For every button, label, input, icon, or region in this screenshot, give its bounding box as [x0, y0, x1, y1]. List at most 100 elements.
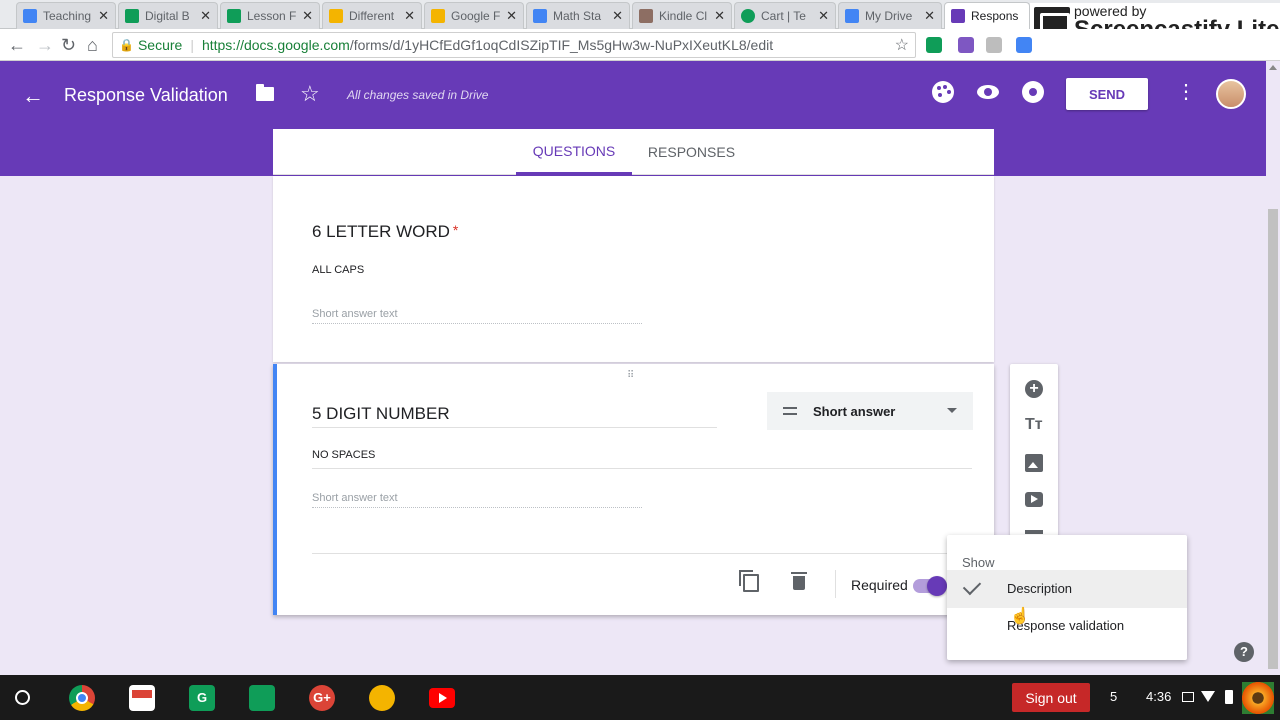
duplicate-icon[interactable]: [739, 570, 759, 592]
extension-puzzle-icon[interactable]: [958, 37, 974, 53]
close-tab-icon[interactable]: ✕: [200, 8, 211, 24]
screen-share-icon[interactable]: [1182, 692, 1194, 702]
sheets-app-icon[interactable]: G: [189, 685, 215, 711]
question-type-label: Short answer: [813, 403, 896, 419]
browser-tab[interactable]: My Drive ✕: [838, 2, 942, 29]
required-asterisk: *: [452, 222, 459, 238]
close-tab-icon[interactable]: ✕: [818, 8, 829, 24]
browser-tab-title: Math Sta: [553, 9, 602, 23]
add-video-icon[interactable]: [1025, 492, 1043, 507]
scrollbar-thumb[interactable]: [1268, 209, 1278, 669]
browser-tab-title: Respons: [971, 9, 1019, 23]
page-scrollbar[interactable]: [1266, 61, 1280, 675]
back-arrow-icon[interactable]: ←: [22, 83, 44, 109]
launcher-icon[interactable]: [15, 690, 30, 705]
palette-icon[interactable]: [932, 81, 954, 103]
question-type-dropdown[interactable]: Short answer: [767, 392, 973, 430]
show-options-menu: Show Description Response validation: [947, 535, 1187, 660]
more-vert-icon[interactable]: ⋮: [1176, 81, 1196, 103]
sheets-favicon-icon: [227, 9, 241, 23]
battery-icon[interactable]: [1225, 690, 1233, 704]
folder-icon[interactable]: [256, 84, 274, 101]
menu-item-description[interactable]: Description: [947, 570, 1187, 608]
close-tab-icon[interactable]: ✕: [302, 8, 313, 24]
wifi-icon[interactable]: [1201, 691, 1215, 702]
home-icon[interactable]: ⌂: [87, 35, 98, 55]
preview-eye-icon[interactable]: [977, 85, 999, 99]
question-title-text: 5 DIGIT NUMBER: [312, 404, 450, 423]
gmail-app-icon[interactable]: [129, 685, 155, 711]
add-question-icon[interactable]: +: [1025, 380, 1043, 398]
chrome-app-icon[interactable]: [69, 685, 95, 711]
browser-tab[interactable]: Lesson F ✕: [220, 2, 320, 29]
close-tab-icon[interactable]: ✕: [924, 8, 935, 24]
browser-tab-title: My Drive: [865, 9, 913, 23]
send-button[interactable]: SEND: [1066, 78, 1148, 110]
add-section-icon[interactable]: [1025, 530, 1043, 534]
browser-tab-title: Kindle Cl: [659, 9, 708, 23]
settings-gear-icon[interactable]: [1022, 81, 1044, 103]
browser-tab-title: Cart | Te: [761, 9, 806, 23]
forms-favicon-icon: [951, 9, 965, 23]
question-description-field[interactable]: NO SPACES: [312, 447, 972, 469]
scroll-up-icon[interactable]: [1269, 65, 1277, 70]
forward-arrow-icon[interactable]: →: [36, 35, 54, 55]
tab-questions[interactable]: QUESTIONS: [516, 129, 632, 175]
menu-item-response-validation[interactable]: Response validation: [947, 607, 1187, 645]
footer-separator: [835, 570, 836, 598]
question-description[interactable]: ALL CAPS: [312, 264, 364, 276]
save-status: All changes saved in Drive: [347, 88, 489, 102]
short-answer-placeholder: Short answer text: [312, 308, 642, 324]
reload-icon[interactable]: ↻: [61, 35, 76, 55]
drive-favicon-icon: [125, 9, 139, 23]
extension-icon[interactable]: [986, 37, 1002, 53]
add-image-icon[interactable]: [1025, 454, 1043, 472]
slides-favicon-icon: [431, 9, 445, 23]
drag-handle-icon[interactable]: ⠿: [627, 370, 635, 381]
extension-classroom-icon[interactable]: [926, 37, 942, 53]
youtube-app-icon[interactable]: [429, 688, 455, 708]
tab-responses[interactable]: RESPONSES: [643, 129, 740, 175]
docs-favicon-icon: [533, 9, 547, 23]
user-avatar[interactable]: [1242, 682, 1274, 714]
browser-tab[interactable]: Digital B ✕: [118, 2, 218, 29]
os-shelf: G G+ Sign out 5 4:36: [0, 675, 1280, 720]
browser-tab[interactable]: Cart | Te ✕: [734, 2, 836, 29]
keep-app-icon[interactable]: [369, 685, 395, 711]
question-card[interactable]: 6 LETTER WORD * ALL CAPS Short answer tex…: [273, 176, 994, 362]
close-tab-icon[interactable]: ✕: [404, 8, 415, 24]
clock[interactable]: 4:36: [1146, 689, 1171, 704]
question-card-active[interactable]: ⠿ 5 DIGIT NUMBER Short answer NO SPACES …: [273, 364, 994, 615]
help-button[interactable]: ?: [1234, 642, 1254, 662]
notification-count[interactable]: 5: [1110, 689, 1117, 704]
add-title-icon[interactable]: Tт: [1025, 416, 1043, 434]
browser-tab[interactable]: Kindle Cl ✕: [632, 2, 732, 29]
back-arrow-icon[interactable]: ←: [8, 35, 26, 55]
question-title-field[interactable]: 5 DIGIT NUMBER: [312, 404, 717, 428]
close-tab-icon[interactable]: ✕: [714, 8, 725, 24]
close-tab-icon[interactable]: ✕: [506, 8, 517, 24]
kindle-favicon-icon: [639, 9, 653, 23]
extension-drive-icon[interactable]: [1016, 37, 1032, 53]
omnibox-separator: |: [190, 37, 194, 53]
google-plus-app-icon[interactable]: G+: [309, 685, 335, 711]
question-title[interactable]: 6 LETTER WORD *: [312, 222, 458, 242]
bookmark-star-icon[interactable]: ☆: [895, 35, 909, 55]
delete-trash-icon[interactable]: [791, 572, 807, 590]
form-title[interactable]: Response Validation: [64, 85, 228, 106]
star-icon[interactable]: ☆: [300, 81, 320, 107]
avatar[interactable]: [1216, 79, 1246, 109]
browser-tab[interactable]: Different ✕: [322, 2, 422, 29]
address-bar[interactable]: 🔒 Secure | https://docs.google.com /form…: [112, 32, 916, 58]
docs-favicon-icon: [23, 9, 37, 23]
browser-tab-active[interactable]: Respons: [944, 2, 1030, 29]
browser-tab[interactable]: Google F ✕: [424, 2, 524, 29]
browser-tab[interactable]: Math Sta ✕: [526, 2, 630, 29]
browser-tab[interactable]: Teaching ✕: [16, 2, 116, 29]
form-tabs: QUESTIONS RESPONSES: [273, 129, 994, 175]
classroom-app-icon[interactable]: [249, 685, 275, 711]
required-toggle-knob[interactable]: [927, 576, 947, 596]
sign-out-button[interactable]: Sign out: [1012, 683, 1090, 712]
close-tab-icon[interactable]: ✕: [612, 8, 623, 24]
close-tab-icon[interactable]: ✕: [98, 8, 109, 24]
